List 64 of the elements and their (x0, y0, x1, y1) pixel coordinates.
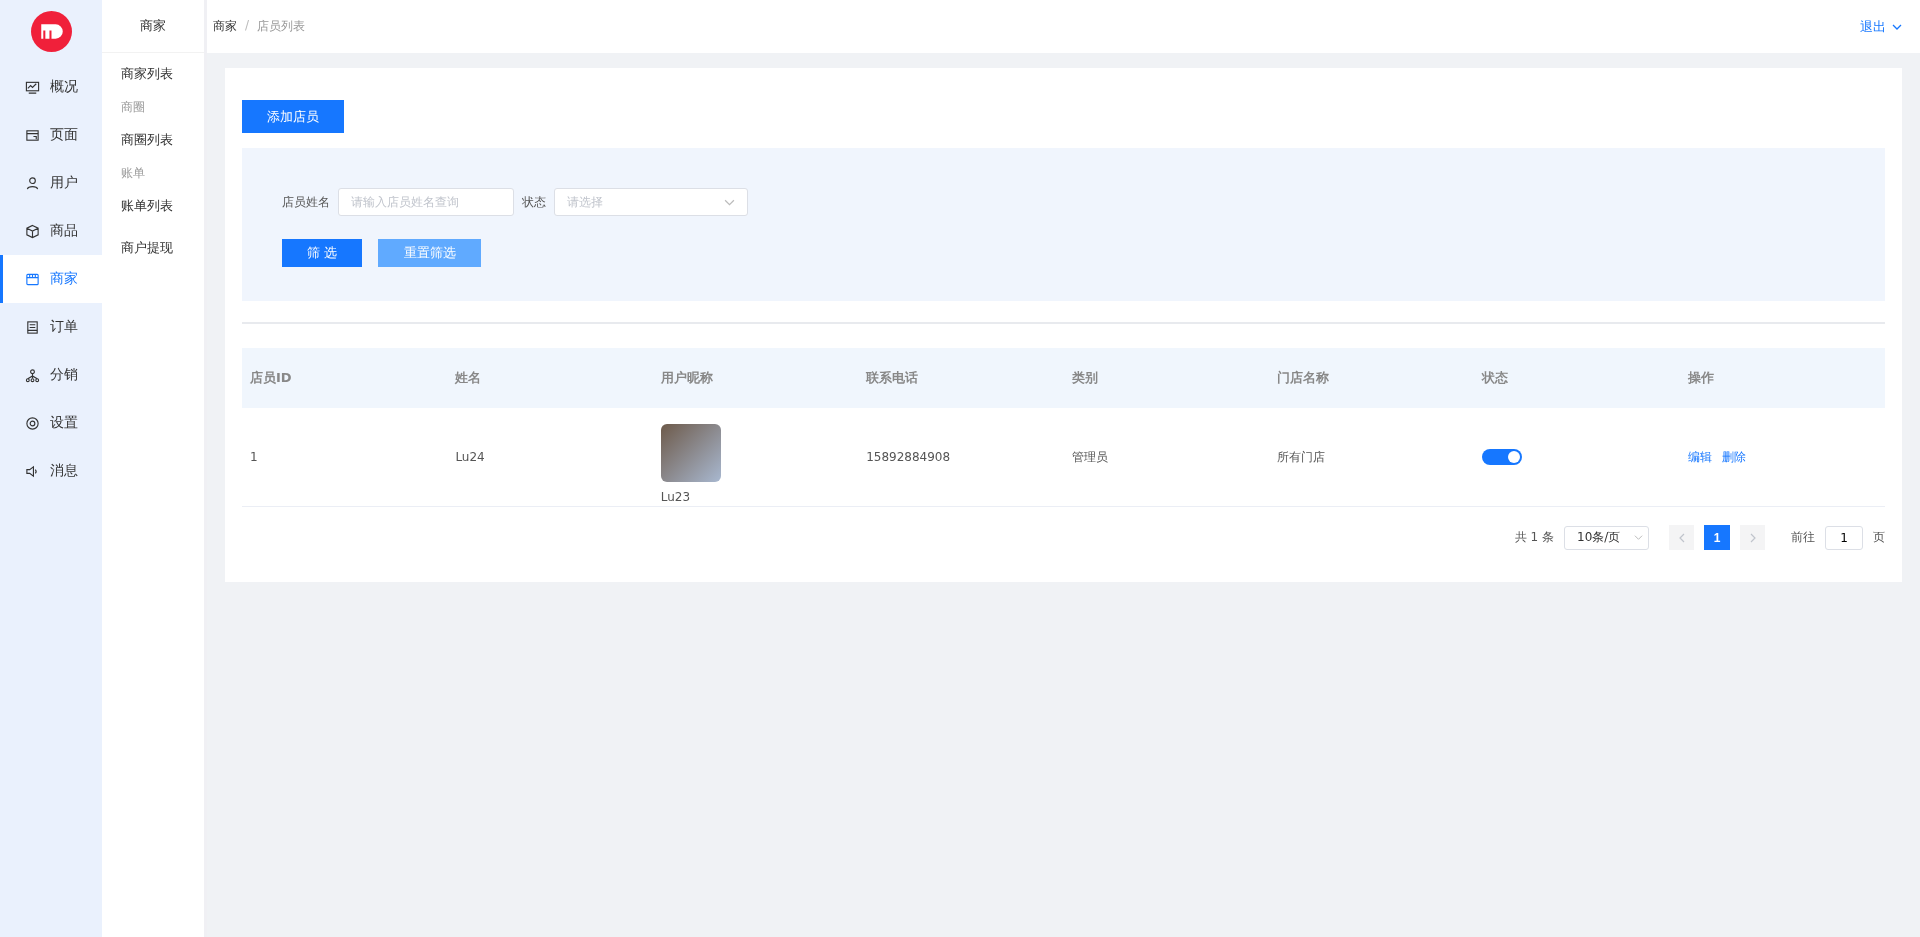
table-cell: Lu23 (660, 490, 691, 504)
nav-item[interactable]: 商品 (0, 207, 102, 255)
goto-label: 前往 (1791, 529, 1815, 546)
table-cell: 管理员 (1071, 449, 1108, 464)
page-suffix: 页 (1873, 529, 1885, 546)
table-cell: Lu24 (455, 450, 485, 464)
breadcrumb-item[interactable]: 商家 (213, 18, 237, 35)
page-button[interactable]: 1 (1704, 525, 1730, 550)
submenu-item[interactable]: 账单列表 (102, 185, 204, 227)
status-toggle[interactable] (1482, 449, 1523, 465)
nav-item[interactable]: 设置 (0, 399, 102, 447)
chevron-right-icon (1748, 532, 1757, 543)
shop-icon (25, 271, 40, 287)
column-header: 类别 (1070, 369, 1099, 387)
logout-menu[interactable]: 退出 (1860, 17, 1902, 36)
nav-item[interactable]: 商家 (0, 255, 102, 303)
nav-item[interactable]: 分销 (0, 351, 102, 399)
add-button[interactable]: 添加店员 (242, 100, 344, 133)
page-input-field[interactable]: 1 (1825, 525, 1863, 550)
field-label: 状态 (522, 193, 546, 211)
nav-item[interactable]: 概况 (0, 63, 102, 111)
network-icon (25, 367, 40, 383)
field-label: 店员姓名 (282, 193, 330, 211)
previous-page-button[interactable] (1669, 525, 1694, 550)
nav-item[interactable]: 消息 (0, 447, 102, 495)
name-input-field[interactable]: 请输入店员姓名查询 (338, 188, 514, 216)
column-header: 姓名 (454, 369, 483, 387)
page-size-select[interactable]: 10条/页 (1564, 525, 1649, 550)
action-link[interactable]: 编辑 (1687, 448, 1712, 466)
nav-item[interactable]: 订单 (0, 303, 102, 351)
chart-icon (25, 79, 40, 95)
group-label: 商圈 (120, 99, 146, 116)
total-count: 共 1 条 (1514, 529, 1554, 546)
speaker-icon (25, 463, 40, 479)
column-header: 状态 (1480, 369, 1510, 387)
avatar-photo-placeholder (660, 424, 721, 482)
column-header: 操作 (1686, 369, 1715, 387)
section-title: 商家 (102, 0, 204, 53)
column-header: 店员ID (249, 369, 293, 387)
nav-item[interactable]: 用户 (0, 159, 102, 207)
group-label: 账单 (120, 165, 146, 182)
chevron-left-icon (1677, 532, 1686, 543)
column-header: 用户昵称 (659, 369, 714, 387)
action-link[interactable]: 删除 (1721, 448, 1746, 466)
submenu-item[interactable]: 商圈列表 (102, 119, 204, 161)
settings-icon (25, 415, 40, 431)
column-header: 联系电话 (865, 369, 920, 387)
cube-icon (25, 223, 40, 239)
document-icon (25, 319, 40, 335)
user-icon (25, 175, 40, 191)
table-cell: 所有门店 (1276, 449, 1325, 464)
breadcrumb-item: 店员列表 (257, 18, 306, 35)
submenu-item[interactable]: 商户提现 (102, 227, 204, 269)
table-cell: 1 (250, 450, 258, 464)
chevron-down-icon (1634, 533, 1643, 542)
filter-button[interactable]: 筛 选 (282, 239, 362, 267)
page-icon (25, 127, 40, 143)
nav-item[interactable]: 页面 (0, 111, 102, 159)
table-cell: 15892884908 (866, 450, 951, 464)
breadcrumb-separator: / (245, 18, 250, 34)
submenu-item[interactable]: 商家列表 (102, 53, 204, 95)
column-header: 门店名称 (1275, 369, 1330, 387)
next-page-button[interactable] (1740, 525, 1765, 550)
logo-icon (30, 11, 72, 52)
